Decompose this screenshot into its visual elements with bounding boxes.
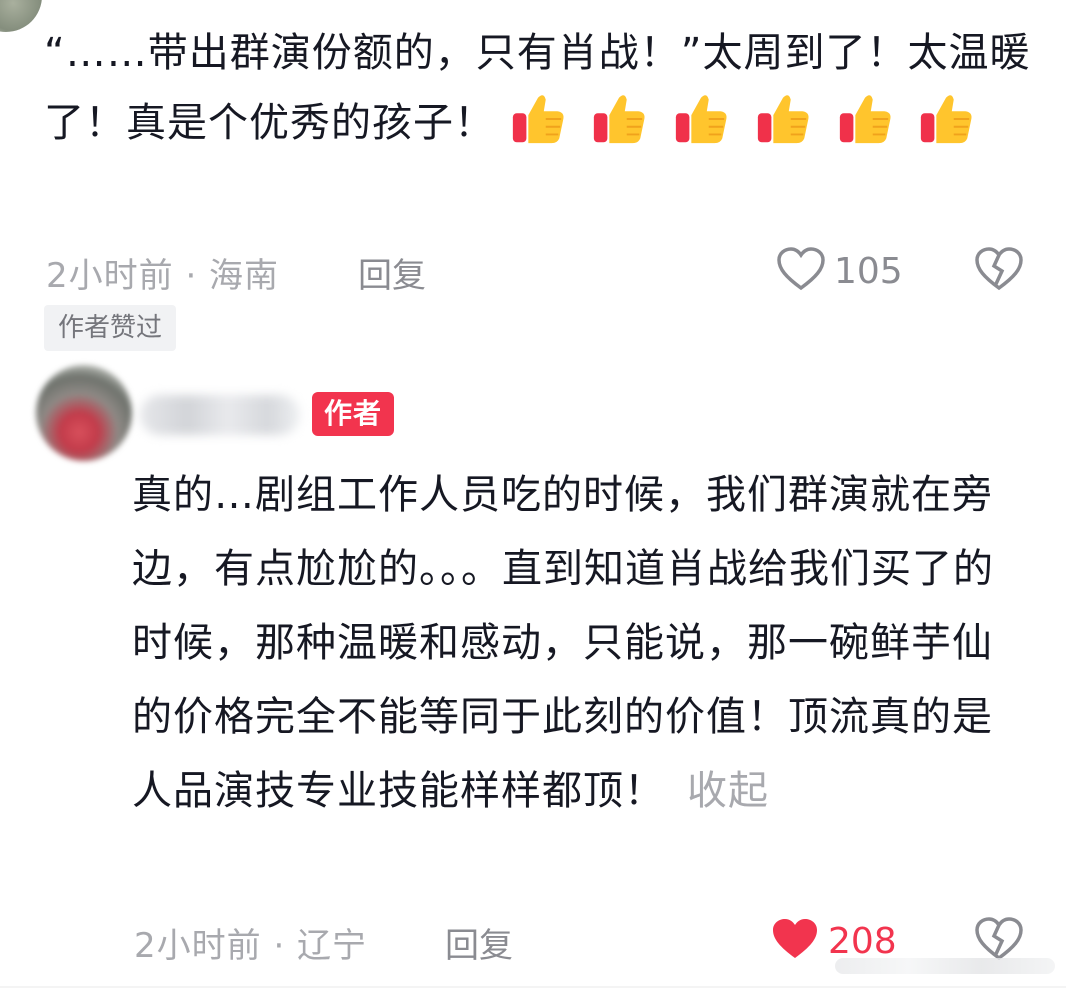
- thumbs-up-icon: [590, 90, 648, 148]
- thumbs-up-icon: [836, 90, 894, 148]
- heart-filled-icon: [770, 916, 820, 966]
- thumbs-up-icon: [754, 90, 812, 148]
- author-liked-tag: 作者赞过: [44, 305, 177, 351]
- commenter-avatar[interactable]: [36, 365, 132, 461]
- comment-2-reply-button[interactable]: 回复: [445, 918, 513, 967]
- thumbs-up-icon: [672, 90, 730, 148]
- comment-1-like-count: 105: [834, 250, 903, 292]
- thumbs-up-icon: [509, 90, 567, 148]
- watermark-overlay: [835, 958, 1055, 974]
- comment-1-reply-button[interactable]: 回复: [358, 248, 426, 297]
- comment-2-like-count: 208: [828, 920, 897, 962]
- comment-1-meta: 2小时前 · 海南: [46, 256, 280, 296]
- thumbs-up-icon: [917, 90, 975, 148]
- collapse-button[interactable]: 收起: [687, 768, 769, 814]
- comment-1-dislike-button[interactable]: [974, 246, 1024, 296]
- heart-outline-icon: [776, 246, 826, 296]
- commenter-name-blurred[interactable]: [140, 395, 300, 435]
- comment-2-body: 真的…剧组工作人员吃的时候，我们群演就在旁边，有点尬尬的。。。直到知道肖战给我们…: [132, 458, 1012, 828]
- comment-1-like-button[interactable]: 105: [776, 246, 903, 296]
- comment-1-emoji-row: [509, 95, 986, 146]
- previous-commenter-avatar[interactable]: [0, 0, 42, 32]
- broken-heart-icon: [974, 247, 1024, 296]
- comment-2-meta: 2小时前 · 辽宁: [134, 926, 368, 966]
- author-badge: 作者: [312, 392, 395, 436]
- comment-2-text: 真的…剧组工作人员吃的时候，我们群演就在旁边，有点尬尬的。。。直到知道肖战给我们…: [132, 472, 994, 814]
- comment-1-body: “……带出群演份额的，只有肖战！”太周到了！太温暖了！真是个优秀的孩子！: [44, 18, 1034, 158]
